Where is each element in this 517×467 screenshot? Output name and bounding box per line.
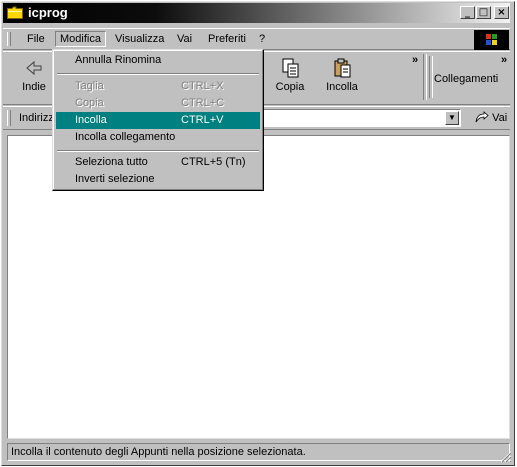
menuitem-taglia: Taglia CTRL+X bbox=[75, 80, 224, 92]
paste-button[interactable]: Incolla bbox=[320, 56, 364, 102]
go-arrow-icon bbox=[475, 111, 489, 123]
paste-label: Incolla bbox=[326, 81, 358, 93]
close-button[interactable]: × bbox=[494, 6, 509, 19]
menu-preferiti[interactable]: Preferiti bbox=[204, 31, 250, 47]
window-title: icprog bbox=[28, 5, 68, 20]
windows-flag-icon bbox=[486, 34, 497, 45]
resize-grip-icon[interactable] bbox=[500, 451, 512, 463]
paste-clipboard-icon bbox=[334, 58, 351, 78]
menu-file[interactable]: File bbox=[23, 31, 49, 47]
go-label: Vai bbox=[492, 112, 508, 124]
menu-separator bbox=[57, 73, 259, 75]
back-arrow-icon bbox=[26, 60, 42, 76]
toolbar-more-chevron[interactable]: » bbox=[412, 54, 418, 66]
maximize-button[interactable]: □ bbox=[476, 6, 491, 19]
addressbar-grip[interactable] bbox=[7, 110, 11, 126]
menu-modifica[interactable]: Modifica bbox=[55, 31, 106, 47]
copy-button[interactable]: Copia bbox=[268, 56, 312, 102]
menuitem-incolla[interactable]: Incolla CTRL+V bbox=[56, 112, 260, 129]
address-label: Indirizz bbox=[19, 112, 54, 124]
menuitem-seleziona-tutto[interactable]: Seleziona tutto CTRL+5 (Tn) bbox=[56, 154, 260, 171]
folder-icon bbox=[7, 6, 23, 19]
menu-separator bbox=[57, 150, 259, 152]
windows-logo bbox=[474, 30, 509, 50]
toolbar-separator bbox=[423, 54, 427, 100]
edit-menu-dropdown: Annulla Rinomina Taglia CTRL+X Copia CTR… bbox=[52, 49, 264, 191]
menuitem-annulla-rinomina[interactable]: Annulla Rinomina bbox=[56, 52, 260, 69]
menu-bar: File Modifica Visualizza Vai Preferiti ? bbox=[3, 28, 510, 50]
go-button[interactable]: Vai bbox=[475, 110, 507, 126]
address-dropdown-button[interactable]: ▼ bbox=[445, 111, 459, 125]
menuitem-incolla-collegamento[interactable]: Incolla collegamento bbox=[56, 129, 260, 146]
menuitem-copia: Copia CTRL+C bbox=[75, 97, 225, 109]
menu-help[interactable]: ? bbox=[255, 31, 269, 47]
copy-icon bbox=[282, 58, 299, 78]
back-label: Indie bbox=[22, 81, 46, 93]
menu-visualizza[interactable]: Visualizza bbox=[111, 31, 168, 47]
back-button[interactable]: Indie bbox=[19, 56, 49, 102]
menu-vai[interactable]: Vai bbox=[173, 31, 196, 47]
status-bar: Incolla il contenuto degli Appunti nella… bbox=[7, 443, 510, 461]
links-label[interactable]: Collegamenti bbox=[434, 73, 498, 85]
copy-label: Copia bbox=[275, 81, 305, 93]
menuitem-inverti-selezione[interactable]: Inverti selezione bbox=[56, 171, 260, 188]
links-chevron[interactable]: » bbox=[501, 54, 507, 66]
status-text: Incolla il contenuto degli Appunti nella… bbox=[11, 446, 306, 458]
title-bar[interactable]: icprog _ □ × bbox=[3, 3, 510, 23]
menubar-grip[interactable] bbox=[7, 32, 11, 46]
links-grip[interactable] bbox=[429, 56, 433, 98]
minimize-button[interactable]: _ bbox=[460, 6, 475, 19]
